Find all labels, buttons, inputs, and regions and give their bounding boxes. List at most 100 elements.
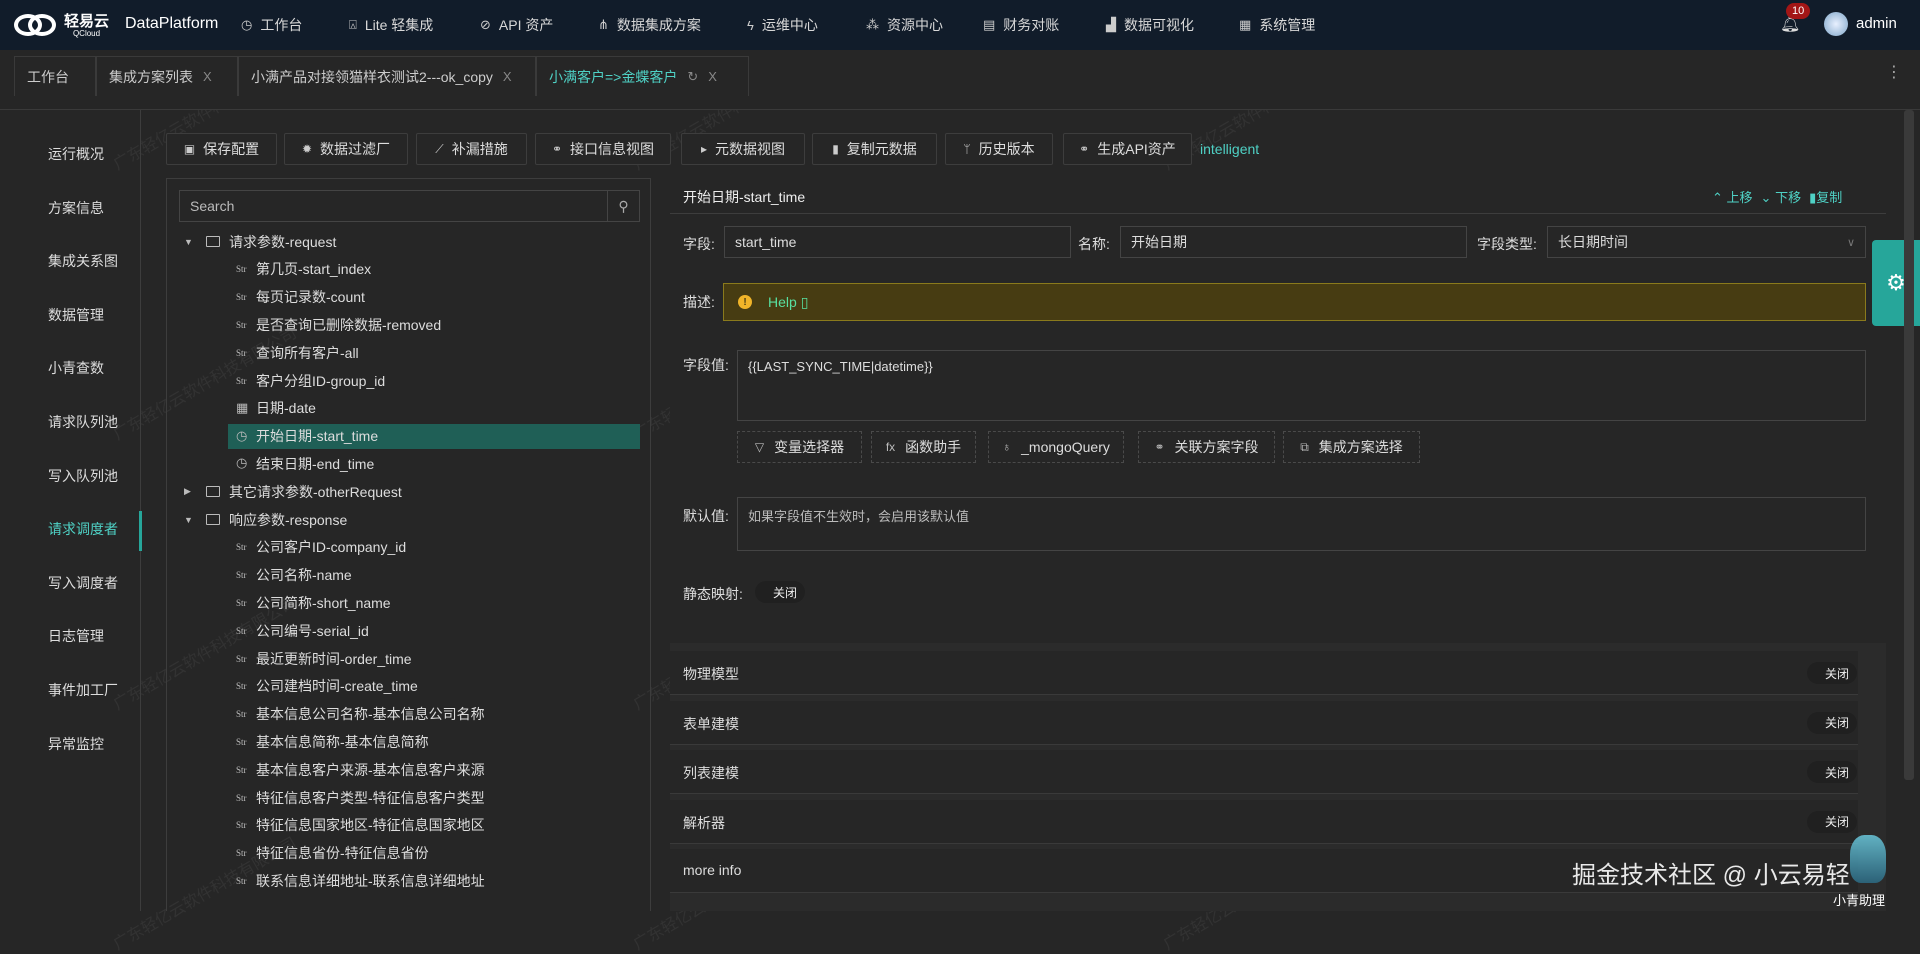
sidebar-item[interactable]: 事件加工厂 bbox=[48, 680, 118, 700]
field-input[interactable]: start_time bbox=[724, 226, 1071, 258]
value-helper-button[interactable]: ⧉集成方案选择 bbox=[1283, 431, 1420, 463]
user-name[interactable]: admin bbox=[1856, 15, 1897, 32]
nav-item-6[interactable]: ▤财务对账 bbox=[983, 15, 1059, 35]
toolbar-button[interactable]: ⚭生成API资产 bbox=[1063, 133, 1192, 165]
refresh-icon[interactable]: ↻ bbox=[687, 69, 698, 85]
tree-folder[interactable]: ▼请求参数-request bbox=[184, 229, 336, 254]
tree-leaf[interactable]: Str查询所有客户-all bbox=[228, 340, 359, 365]
tree-leaf[interactable]: Str第几页-start_index bbox=[228, 257, 371, 282]
sidebar-item[interactable]: 日志管理 bbox=[48, 626, 104, 646]
caret-right-icon[interactable]: ▶ bbox=[184, 486, 206, 497]
tree-leaf[interactable]: ◷结束日期-end_time bbox=[228, 451, 374, 476]
caret-down-icon[interactable]: ▼ bbox=[184, 515, 206, 525]
nav-item-1[interactable]: ⍓Lite 轻集成 bbox=[349, 15, 433, 35]
nav-item-3[interactable]: ⋔数据集成方案 bbox=[598, 15, 701, 35]
section-toggle[interactable]: 关闭 bbox=[1807, 662, 1857, 684]
tree-leaf[interactable]: ◷开始日期-start_time bbox=[228, 424, 640, 449]
value-helper-button[interactable]: ♁_mongoQuery bbox=[988, 431, 1124, 463]
tree-leaf[interactable]: Str特征信息国家地区-特征信息国家地区 bbox=[228, 813, 485, 838]
search-icon[interactable]: ⚲ bbox=[607, 191, 639, 221]
intelligent-link[interactable]: intelligent bbox=[1200, 141, 1259, 157]
move-down-button[interactable]: ⌄ 下移 bbox=[1761, 187, 1802, 206]
nav-item-0[interactable]: ◷工作台 bbox=[241, 15, 302, 35]
nav-item-4[interactable]: ϟ运维中心 bbox=[747, 15, 818, 35]
sidebar-item[interactable]: 请求调度者 bbox=[48, 519, 118, 539]
tree-leaf[interactable]: Str基本信息公司名称-基本信息公司名称 bbox=[228, 702, 485, 727]
close-icon[interactable]: X bbox=[503, 69, 512, 84]
tree-leaf[interactable]: Str是否查询已删除数据-removed bbox=[228, 312, 441, 337]
type-select[interactable]: 长日期时间∨ bbox=[1547, 226, 1866, 258]
tab-3[interactable]: 小满客户=>金蝶客户↻X bbox=[536, 56, 749, 96]
tree-leaf[interactable]: Str特征信息省份-特征信息省份 bbox=[228, 841, 429, 866]
toolbar-button[interactable]: ⚭接口信息视图 bbox=[535, 133, 671, 165]
tree-leaf[interactable]: Str公司简称-short_name bbox=[228, 590, 391, 615]
tree-leaf[interactable]: Str公司建档时间-create_time bbox=[228, 674, 418, 699]
section-row[interactable]: 表单建模关闭 bbox=[670, 701, 1858, 745]
tree-leaf[interactable]: Str公司客户ID-company_id bbox=[228, 535, 406, 560]
value-helper-button[interactable]: fx函数助手 bbox=[871, 431, 976, 463]
section-row[interactable]: 解析器关闭 bbox=[670, 800, 1858, 844]
name-input[interactable]: 开始日期 bbox=[1120, 226, 1467, 258]
toolbar-button[interactable]: ⟋补漏措施 bbox=[416, 133, 527, 165]
nav-item-5[interactable]: ⁂资源中心 bbox=[866, 15, 943, 35]
tab-2[interactable]: 小满产品对接领猫样衣测试2---ok_copyX bbox=[238, 56, 536, 96]
nav-item-2[interactable]: ⊘API 资产 bbox=[480, 15, 553, 35]
toolbar-button[interactable]: ▮复制元数据 bbox=[812, 133, 937, 165]
sidebar-item[interactable]: 异常监控 bbox=[48, 734, 104, 754]
section-row[interactable]: 列表建模关闭 bbox=[670, 750, 1858, 794]
scrollbar[interactable] bbox=[1904, 110, 1914, 780]
nav-item-7[interactable]: ▟数据可视化 bbox=[1106, 15, 1194, 35]
close-icon[interactable]: X bbox=[203, 69, 212, 84]
tree-leaf[interactable]: Str公司名称-name bbox=[228, 563, 352, 588]
assistant-label[interactable]: 小青助理 bbox=[1833, 890, 1885, 909]
nav-item-8[interactable]: ▦系统管理 bbox=[1239, 15, 1315, 35]
tree-node-label: 公司客户ID-company_id bbox=[256, 537, 406, 557]
section-toggle[interactable]: 关闭 bbox=[1807, 712, 1857, 734]
copy-button[interactable]: ▮复制 bbox=[1809, 187, 1842, 206]
static-mapping-toggle[interactable]: 关闭 bbox=[755, 581, 805, 603]
sidebar-item[interactable]: 写入调度者 bbox=[48, 573, 118, 593]
tree-leaf[interactable]: Str每页记录数-count bbox=[228, 285, 365, 310]
tree-leaf[interactable]: Str特征信息客户类型-特征信息客户类型 bbox=[228, 785, 485, 810]
tree-folder[interactable]: ▶其它请求参数-otherRequest bbox=[184, 479, 402, 504]
section-toggle[interactable]: 关闭 bbox=[1807, 761, 1857, 783]
more-icon[interactable]: ⋮ bbox=[1886, 62, 1902, 82]
default-textarea[interactable]: 如果字段值不生效时，会启用该默认值 bbox=[737, 497, 1866, 551]
section-row[interactable]: 物理模型关闭 bbox=[670, 651, 1858, 695]
move-up-button[interactable]: ⌃ 上移 bbox=[1712, 187, 1753, 206]
search-input[interactable] bbox=[180, 191, 607, 221]
toolbar-button[interactable]: ▣保存配置 bbox=[166, 133, 277, 165]
toolbar-button[interactable]: ▸元数据视图 bbox=[681, 133, 805, 165]
logo[interactable]: 轻易云QCloud bbox=[14, 8, 109, 42]
sidebar-item[interactable]: 写入队列池 bbox=[48, 466, 118, 486]
tab-1[interactable]: 集成方案列表X bbox=[96, 56, 238, 96]
help-link[interactable]: Help ▯ bbox=[768, 294, 808, 311]
tree-leaf[interactable]: ▦日期-date bbox=[228, 396, 316, 421]
sidebar-item[interactable]: 运行概况 bbox=[48, 144, 104, 164]
value-helper-button[interactable]: ▽变量选择器 bbox=[737, 431, 862, 463]
sidebar-item[interactable]: 数据管理 bbox=[48, 305, 104, 325]
string-type-icon: Str bbox=[236, 348, 256, 358]
sidebar-item[interactable]: 小青查数 bbox=[48, 358, 104, 378]
section-toggle[interactable]: 关闭 bbox=[1807, 811, 1857, 833]
tree-leaf[interactable]: Str联系信息详细地址-联系信息详细地址 bbox=[228, 868, 485, 893]
tree-leaf[interactable]: Str公司编号-serial_id bbox=[228, 618, 369, 643]
sidebar-item[interactable]: 请求队列池 bbox=[48, 412, 118, 432]
tree-leaf[interactable]: Str客户分组ID-group_id bbox=[228, 368, 385, 393]
tree-leaf[interactable]: Str基本信息客户来源-基本信息客户来源 bbox=[228, 757, 485, 782]
avatar[interactable] bbox=[1824, 12, 1848, 36]
nav-item-label: API 资产 bbox=[499, 15, 553, 35]
tree-folder[interactable]: ▼响应参数-response bbox=[184, 507, 347, 532]
caret-down-icon[interactable]: ▼ bbox=[184, 237, 206, 247]
toolbar-button[interactable]: ᛘ历史版本 bbox=[945, 133, 1053, 165]
tab-0[interactable]: 工作台 bbox=[14, 56, 96, 96]
tree-leaf[interactable]: Str基本信息简称-基本信息简称 bbox=[228, 729, 429, 754]
value-textarea[interactable]: {{LAST_SYNC_TIME|datetime}} bbox=[737, 350, 1866, 421]
sidebar-item[interactable]: 集成关系图 bbox=[48, 251, 118, 271]
value-helper-button[interactable]: ⚭关联方案字段 bbox=[1138, 431, 1275, 463]
assistant-mascot-icon[interactable] bbox=[1850, 835, 1886, 883]
toolbar-button[interactable]: ✹数据过滤厂 bbox=[284, 133, 408, 165]
sidebar-item[interactable]: 方案信息 bbox=[48, 198, 104, 218]
close-icon[interactable]: X bbox=[708, 69, 717, 84]
tree-leaf[interactable]: Str最近更新时间-order_time bbox=[228, 646, 412, 671]
